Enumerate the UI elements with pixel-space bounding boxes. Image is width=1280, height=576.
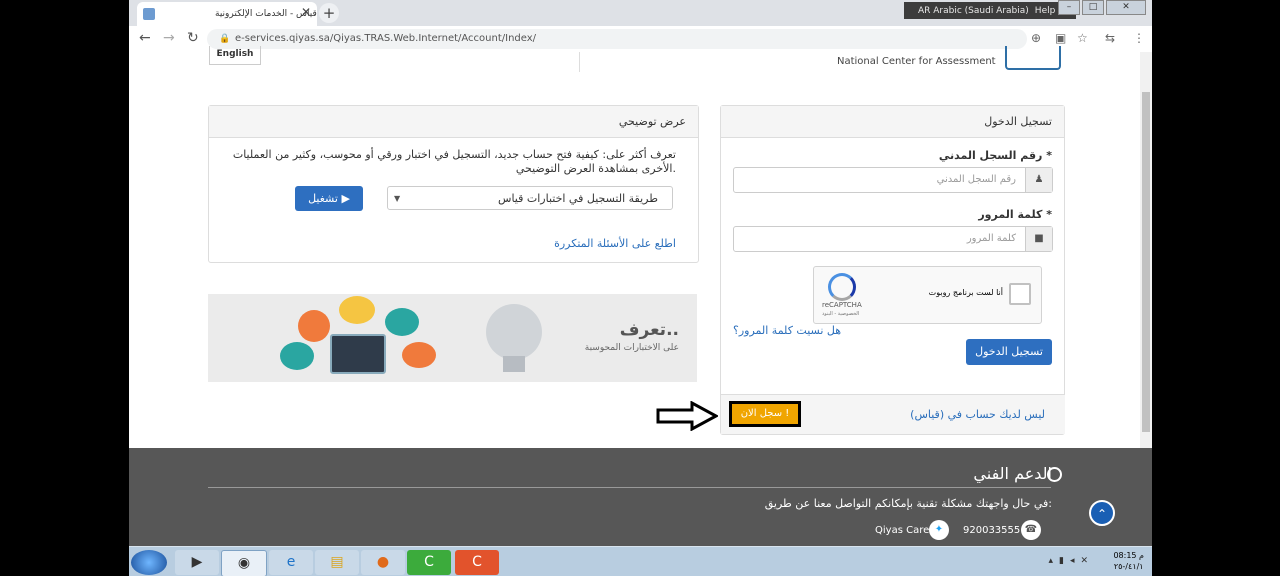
support-description: في حال واجهتك مشكلة تقنية بإمكانكم التوا… xyxy=(764,497,1052,510)
board-icon xyxy=(298,310,330,342)
clock-time: 08:15 م xyxy=(1113,551,1144,560)
clock-date: ٤١/١/-٢٥ xyxy=(1113,562,1144,571)
site-footer: الدعم الفني في حال واجهتك مشكلة تقنية بإ… xyxy=(129,448,1152,546)
password-field[interactable]: كلمة المرور ■ xyxy=(733,226,1053,252)
forgot-password-link[interactable]: هل نسيت كلمة المرور؟ xyxy=(733,324,841,337)
flask-icon xyxy=(402,342,436,368)
id-field[interactable]: رقم السجل المدني ♟ xyxy=(733,167,1053,193)
faq-link[interactable]: اطلع على الأسئلة المتكررة xyxy=(554,237,676,250)
browser-tab-strip: قياس - الخدمات الإلكترونية ✕ + AR Arabic… xyxy=(129,0,1152,26)
twitter-handle[interactable]: Qiyas Care xyxy=(875,525,929,536)
recaptcha-privacy-links[interactable]: الخصوصية - البنود xyxy=(822,311,859,317)
computer-monitor-icon xyxy=(330,334,386,374)
back-arrow-icon[interactable]: ← xyxy=(139,30,151,46)
demo-title: عرض توضيحي xyxy=(209,106,698,138)
demo-panel: عرض توضيحي تعرف أكثر على: كيفية فتح حساب… xyxy=(208,105,699,263)
recaptcha-widget: أنا لست برنامج روبوت reCAPTCHA الخصوصية … xyxy=(813,266,1042,324)
support-title: الدعم الفني xyxy=(973,464,1052,483)
window-controls: – □ ✕ xyxy=(1056,0,1146,15)
protractor-icon xyxy=(280,342,314,370)
banner-headline: تعرف.. xyxy=(619,320,679,340)
maximize-button[interactable]: □ xyxy=(1082,0,1104,15)
demo-description: تعرف أكثر على: كيفية فتح حساب جديد، التس… xyxy=(232,148,676,175)
computer-tests-banner[interactable]: تعرف.. على الاختبارات المحوسبة xyxy=(208,294,697,382)
password-label: كلمة المرور * xyxy=(978,208,1052,221)
camtasia-green-icon[interactable]: C xyxy=(407,550,451,575)
user-icon: ♟ xyxy=(1025,168,1052,192)
lightbulb-illustration-icon xyxy=(486,304,542,360)
recaptcha-label: أنا لست برنامج روبوت xyxy=(928,288,1003,297)
close-window-button[interactable]: ✕ xyxy=(1106,0,1146,15)
id-placeholder: رقم السجل المدني xyxy=(936,174,1016,185)
play-label: تشغيل xyxy=(308,192,338,205)
id-label: رقم السجل المدني * xyxy=(938,149,1052,162)
header-divider xyxy=(579,52,580,72)
english-link[interactable]: English xyxy=(209,46,261,65)
language-label: AR Arabic (Saudi Arabia) xyxy=(918,5,1029,16)
demo-select-value: طريقة التسجيل في اختبارات قياس xyxy=(498,192,658,205)
lock-icon: ■ xyxy=(1025,227,1052,251)
url-text: e-services.qiyas.sa/Qiyas.TRAS.Web.Inter… xyxy=(235,33,537,44)
page-scrollbar[interactable] xyxy=(1140,52,1152,448)
gear-icon xyxy=(385,308,419,336)
firefox-icon[interactable]: ● xyxy=(361,550,405,575)
chrome-icon[interactable]: ◉ xyxy=(221,550,267,576)
browser-tab[interactable]: قياس - الخدمات الإلكترونية ✕ xyxy=(137,2,317,26)
footer-divider xyxy=(208,487,1051,488)
banner-subline: على الاختبارات المحوسبة xyxy=(584,343,679,353)
recaptcha-checkbox[interactable] xyxy=(1009,283,1031,305)
recaptcha-logo-icon xyxy=(828,273,856,301)
system-tray[interactable]: ▴▮◂✕ xyxy=(1048,556,1094,566)
demo-select[interactable]: ▼ طريقة التسجيل في اختبارات قياس xyxy=(387,186,673,210)
lightbulb-base-icon xyxy=(503,356,525,372)
qiyas-logo[interactable] xyxy=(1005,46,1061,70)
youtube-icon: ▶ xyxy=(341,192,350,205)
lamp-icon xyxy=(339,296,375,324)
twitter-icon: ✦ xyxy=(929,520,949,540)
scrollbar-thumb[interactable] xyxy=(1142,92,1150,432)
language-bar[interactable]: AR Arabic (Saudi Arabia) Help xyxy=(904,2,1076,19)
site-favicon-icon xyxy=(143,8,155,20)
register-row: ليس لديك حساب في (قياس) سجل الان ! xyxy=(721,394,1065,434)
page-translate-icon[interactable]: ▣ xyxy=(1055,31,1066,45)
translate-icon[interactable]: ⊕ xyxy=(1031,31,1041,45)
no-account-text: ليس لديك حساب في (قياس) xyxy=(910,408,1045,421)
scroll-to-top-button[interactable]: ⌃ xyxy=(1089,500,1115,526)
media-player-icon[interactable]: ▶ xyxy=(175,550,219,575)
login-panel: تسجيل الدخول رقم السجل المدني * رقم السج… xyxy=(720,105,1065,435)
minimize-button[interactable]: – xyxy=(1058,0,1080,15)
close-tab-icon[interactable]: ✕ xyxy=(301,5,311,19)
screen: قياس - الخدمات الإلكترونية ✕ + AR Arabic… xyxy=(129,0,1152,576)
forward-arrow-icon[interactable]: → xyxy=(163,30,175,46)
login-button[interactable]: تسجيل الدخول xyxy=(966,339,1052,365)
new-tab-button[interactable]: + xyxy=(319,3,339,23)
login-title: تسجيل الدخول xyxy=(721,106,1064,138)
start-button[interactable] xyxy=(131,550,167,575)
arrow-annotation-icon xyxy=(656,401,718,431)
play-button[interactable]: تشغيل ▶ xyxy=(295,186,363,211)
recaptcha-brand: reCAPTCHA xyxy=(822,301,862,309)
menu-dots-icon[interactable]: ⋮ xyxy=(1133,31,1145,45)
windows-taskbar: ▶ ◉ e ▤ ● C C ▴▮◂✕ 08:15 م ٤١/١/-٢٥ xyxy=(129,546,1152,576)
clock[interactable]: 08:15 م ٤١/١/-٢٥ xyxy=(1113,550,1144,572)
reload-icon[interactable]: ↻ xyxy=(187,30,199,46)
org-name: National Center for Assessment xyxy=(837,56,996,67)
help-button[interactable]: Help xyxy=(1035,6,1056,16)
support-phone[interactable]: 920033555 xyxy=(963,525,1020,536)
file-explorer-icon[interactable]: ▤ xyxy=(315,550,359,575)
phone-icon: ☎ xyxy=(1021,520,1041,540)
internet-explorer-icon[interactable]: e xyxy=(269,550,313,575)
bookmark-star-icon[interactable]: ☆ xyxy=(1077,31,1088,45)
camtasia-orange-icon[interactable]: C xyxy=(455,550,499,575)
extension-icon[interactable]: ⇆ xyxy=(1105,31,1115,45)
address-bar: ← → ↻ 🔒 e-services.qiyas.sa/Qiyas.TRAS.W… xyxy=(129,26,1152,53)
password-placeholder: كلمة المرور xyxy=(966,233,1016,244)
page-content: English National Center for Assessment ت… xyxy=(129,46,1140,448)
lifebuoy-icon xyxy=(1047,467,1062,482)
url-field[interactable]: 🔒 e-services.qiyas.sa/Qiyas.TRAS.Web.Int… xyxy=(207,29,1027,49)
register-label: سجل الان ! xyxy=(740,408,790,419)
dropdown-caret-icon: ▼ xyxy=(394,194,401,203)
register-button[interactable]: سجل الان ! xyxy=(729,401,801,427)
